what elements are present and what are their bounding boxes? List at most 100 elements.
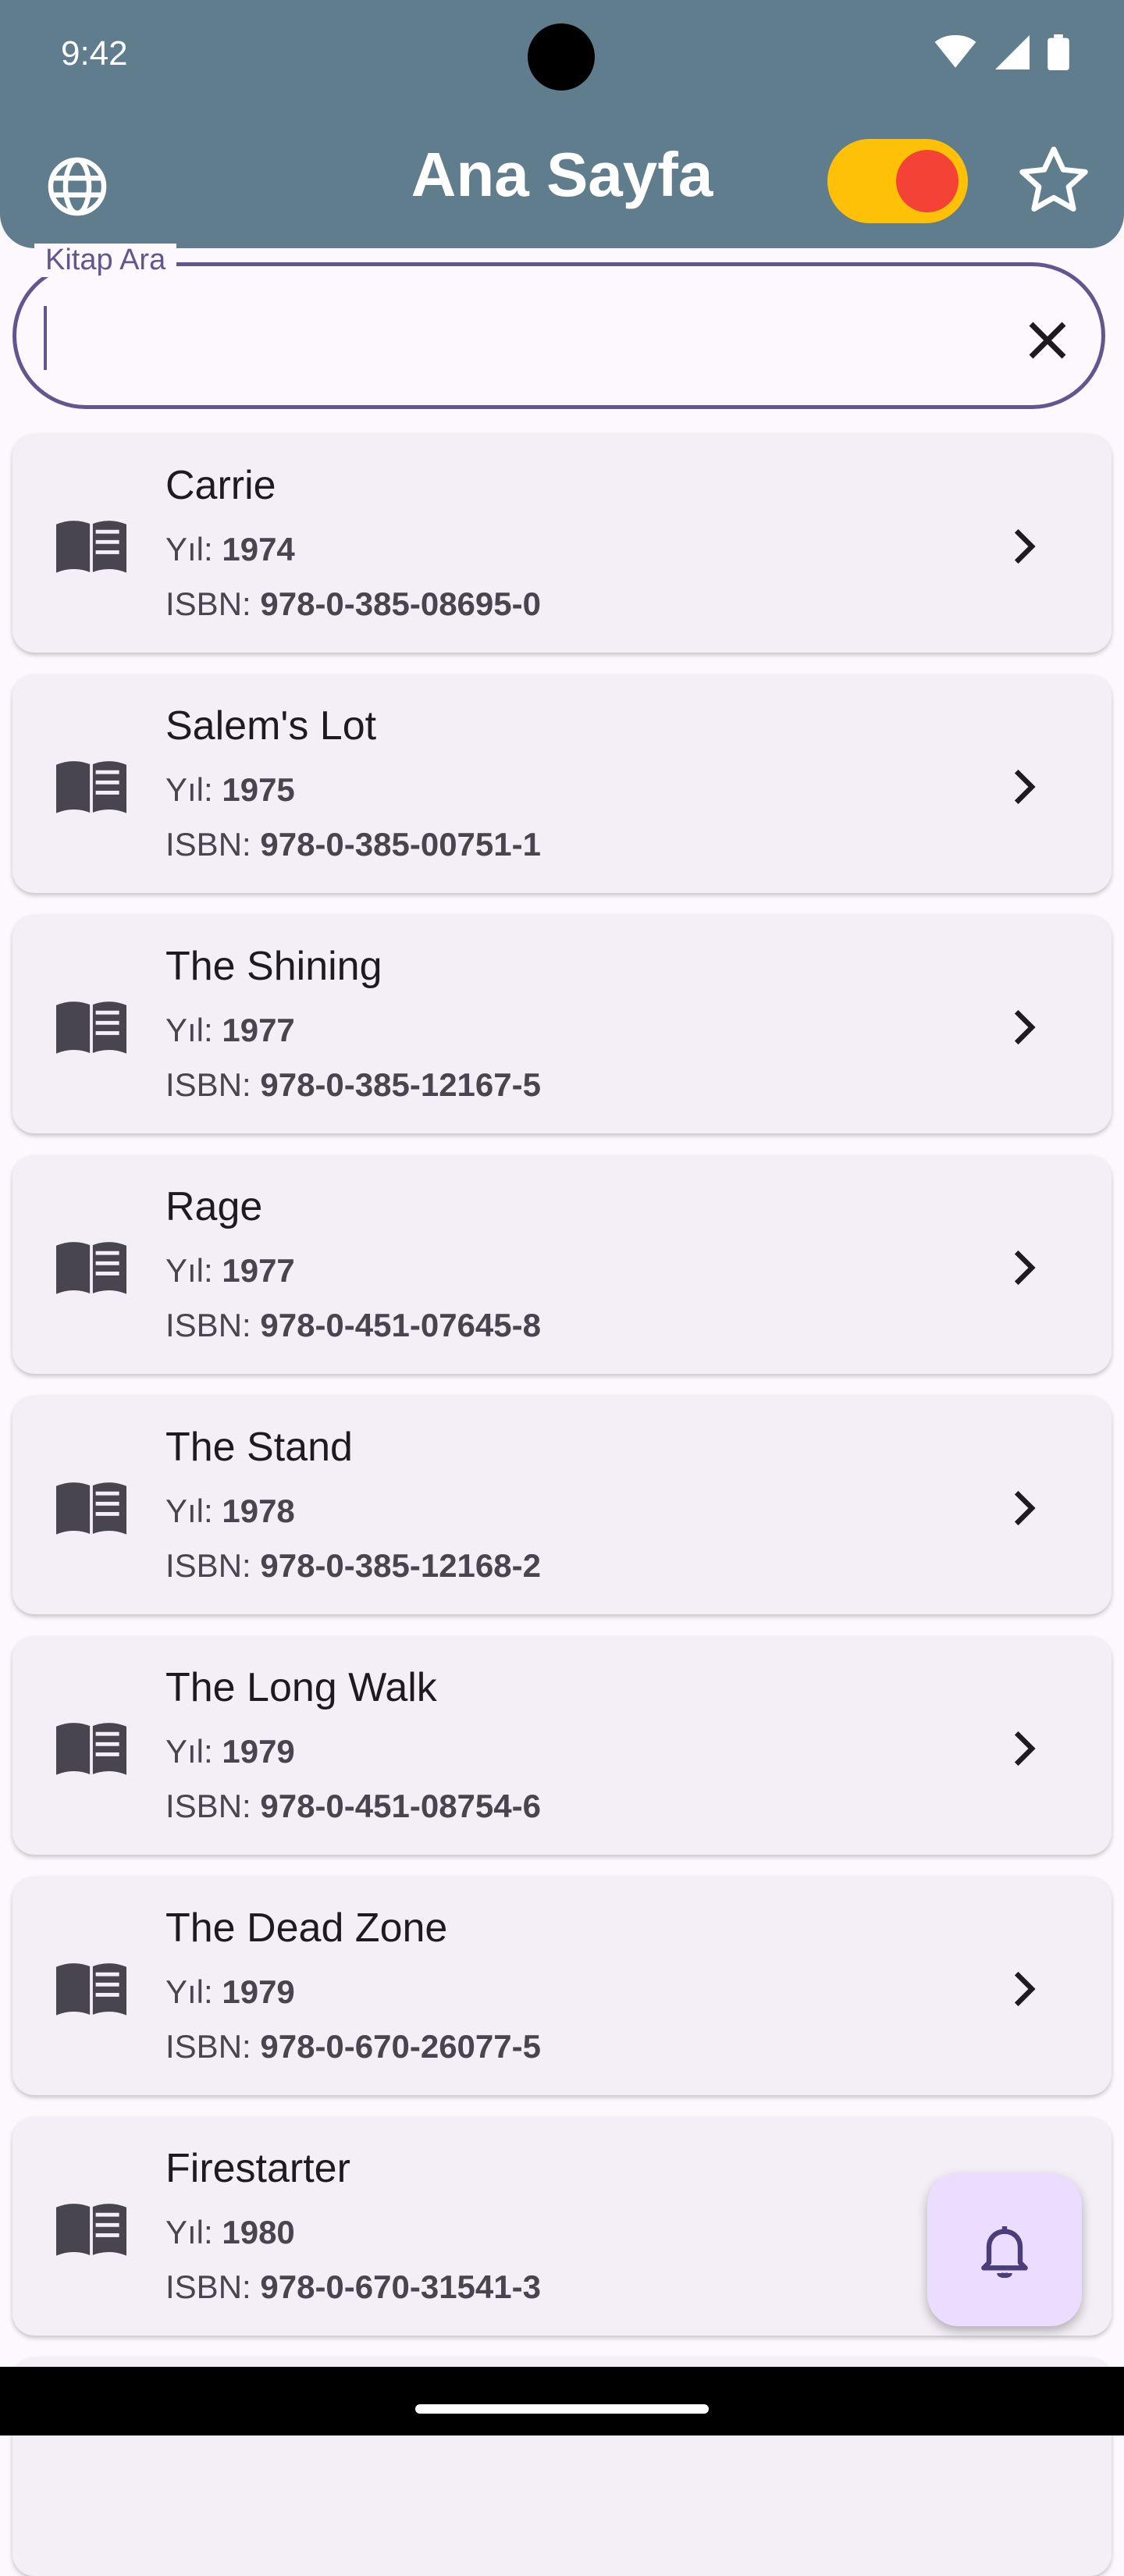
app-bar: 9:42 Ana Sayfa xyxy=(0,0,1124,248)
favorites-button[interactable] xyxy=(1013,141,1094,222)
year-value: 1980 xyxy=(222,2214,295,2250)
book-year: Yıl: 1979 xyxy=(165,1973,295,2011)
book-isbn: ISBN: 978-0-385-00751-1 xyxy=(165,826,541,863)
home-gesture-handle[interactable] xyxy=(415,2404,709,2414)
book-isbn: ISBN: 978-0-385-12168-2 xyxy=(165,1547,541,1585)
book-title: Firestarter xyxy=(165,2146,350,2191)
chevron-right-icon xyxy=(1014,1250,1036,1286)
menu-book-icon xyxy=(56,521,126,573)
year-value: 1974 xyxy=(222,531,295,568)
book-isbn: ISBN: 978-0-451-08754-6 xyxy=(165,1788,541,1825)
camera-cutout xyxy=(528,23,595,91)
chevron-right-icon xyxy=(1014,1731,1036,1767)
book-title: Rage xyxy=(165,1184,263,1229)
book-isbn: ISBN: 978-0-670-31541-3 xyxy=(165,2268,541,2306)
menu-book-icon xyxy=(56,1242,126,1294)
book-isbn: ISBN: 978-0-385-08695-0 xyxy=(165,585,541,623)
book-card[interactable]: Carrie Yıl: 1974 ISBN: 978-0-385-08695-0 xyxy=(12,434,1112,653)
book-year: Yıl: 1974 xyxy=(165,531,295,568)
isbn-prefix: ISBN: xyxy=(165,1547,251,1584)
isbn-value: 978-0-670-26077-5 xyxy=(260,2028,541,2065)
clear-search-button[interactable] xyxy=(1015,308,1080,373)
close-icon xyxy=(1029,322,1066,359)
book-year: Yıl: 1977 xyxy=(165,1012,295,1049)
status-time: 9:42 xyxy=(61,34,128,73)
book-year: Yıl: 1977 xyxy=(165,1252,295,1290)
book-card[interactable]: Rage Yıl: 1977 ISBN: 978-0-451-07645-8 xyxy=(12,1155,1112,1374)
book-title: The Shining xyxy=(165,944,382,989)
isbn-prefix: ISBN: xyxy=(165,1307,251,1343)
menu-book-icon xyxy=(56,1723,126,1775)
book-card[interactable]: The Shining Yıl: 1977 ISBN: 978-0-385-12… xyxy=(12,915,1112,1133)
isbn-prefix: ISBN: xyxy=(165,2268,251,2305)
search-field[interactable] xyxy=(12,262,1105,409)
book-card[interactable]: The Dead Zone Yıl: 1979 ISBN: 978-0-670-… xyxy=(12,1877,1112,2095)
year-prefix: Yıl: xyxy=(165,1012,213,1048)
year-value: 1975 xyxy=(222,771,295,808)
chevron-right-icon xyxy=(1014,528,1036,564)
globe-icon xyxy=(48,157,107,216)
book-year: Yıl: 1975 xyxy=(165,771,295,809)
book-isbn: ISBN: 978-0-670-26077-5 xyxy=(165,2028,541,2065)
text-cursor xyxy=(44,306,47,370)
isbn-prefix: ISBN: xyxy=(165,1066,251,1103)
bell-icon xyxy=(981,2226,1028,2279)
battery-icon xyxy=(1048,34,1069,70)
year-prefix: Yıl: xyxy=(165,1252,213,1289)
isbn-value: 978-0-670-31541-3 xyxy=(260,2268,541,2305)
book-title: Carrie xyxy=(165,463,276,508)
menu-book-icon xyxy=(56,1963,126,2016)
isbn-value: 978-0-451-08754-6 xyxy=(260,1788,541,1824)
isbn-prefix: ISBN: xyxy=(165,585,251,622)
book-year: Yıl: 1978 xyxy=(165,1493,295,1530)
book-year: Yıl: 1979 xyxy=(165,1733,295,1770)
book-card[interactable]: Salem's Lot Yıl: 1975 ISBN: 978-0-385-00… xyxy=(12,674,1112,893)
year-value: 1979 xyxy=(222,1733,295,1770)
year-value: 1977 xyxy=(222,1012,295,1048)
book-isbn: ISBN: 978-0-451-07645-8 xyxy=(165,1307,541,1344)
signal-icon xyxy=(995,35,1030,69)
isbn-value: 978-0-385-12168-2 xyxy=(260,1547,541,1584)
chevron-right-icon xyxy=(1014,1490,1036,1526)
isbn-value: 978-0-451-07645-8 xyxy=(260,1307,541,1343)
book-title: Salem's Lot xyxy=(165,703,377,749)
year-value: 1979 xyxy=(222,1973,295,2010)
language-button[interactable] xyxy=(44,153,111,220)
book-isbn: ISBN: 978-0-385-12167-5 xyxy=(165,1066,541,1104)
year-prefix: Yıl: xyxy=(165,1493,213,1529)
isbn-prefix: ISBN: xyxy=(165,2028,251,2065)
toggle-thumb xyxy=(896,150,959,212)
chevron-right-icon xyxy=(1014,1971,1036,2007)
year-value: 1978 xyxy=(222,1493,295,1529)
chevron-right-icon xyxy=(1014,1009,1036,1045)
year-prefix: Yıl: xyxy=(165,1973,213,2010)
isbn-prefix: ISBN: xyxy=(165,826,251,863)
star-outline-icon xyxy=(1019,146,1088,212)
system-nav-bar xyxy=(0,2367,1124,2435)
menu-book-icon xyxy=(56,1482,126,1535)
menu-book-icon xyxy=(56,1002,126,1054)
book-title: The Stand xyxy=(165,1425,353,1470)
isbn-value: 978-0-385-08695-0 xyxy=(260,585,541,622)
book-title: The Dead Zone xyxy=(165,1905,448,1951)
book-year: Yıl: 1980 xyxy=(165,2214,295,2251)
isbn-value: 978-0-385-00751-1 xyxy=(260,826,541,863)
isbn-prefix: ISBN: xyxy=(165,1788,251,1824)
book-card[interactable]: The Long Walk Yıl: 1979 ISBN: 978-0-451-… xyxy=(12,1636,1112,1855)
wifi-icon xyxy=(934,35,976,68)
book-title: The Long Walk xyxy=(165,1665,437,1710)
chevron-right-icon xyxy=(1014,769,1036,805)
isbn-value: 978-0-385-12167-5 xyxy=(260,1066,541,1103)
year-value: 1977 xyxy=(222,1252,295,1289)
notifications-fab[interactable] xyxy=(927,2173,1082,2326)
menu-book-icon xyxy=(56,761,126,813)
theme-toggle[interactable] xyxy=(827,139,968,223)
year-prefix: Yıl: xyxy=(165,1733,213,1770)
search-label: Kitap Ara xyxy=(34,244,177,277)
year-prefix: Yıl: xyxy=(165,771,213,808)
year-prefix: Yıl: xyxy=(165,531,213,568)
year-prefix: Yıl: xyxy=(165,2214,213,2250)
book-card[interactable]: The Stand Yıl: 1978 ISBN: 978-0-385-1216… xyxy=(12,1396,1112,1614)
menu-book-icon xyxy=(56,2204,126,2256)
status-icons xyxy=(934,34,1069,70)
